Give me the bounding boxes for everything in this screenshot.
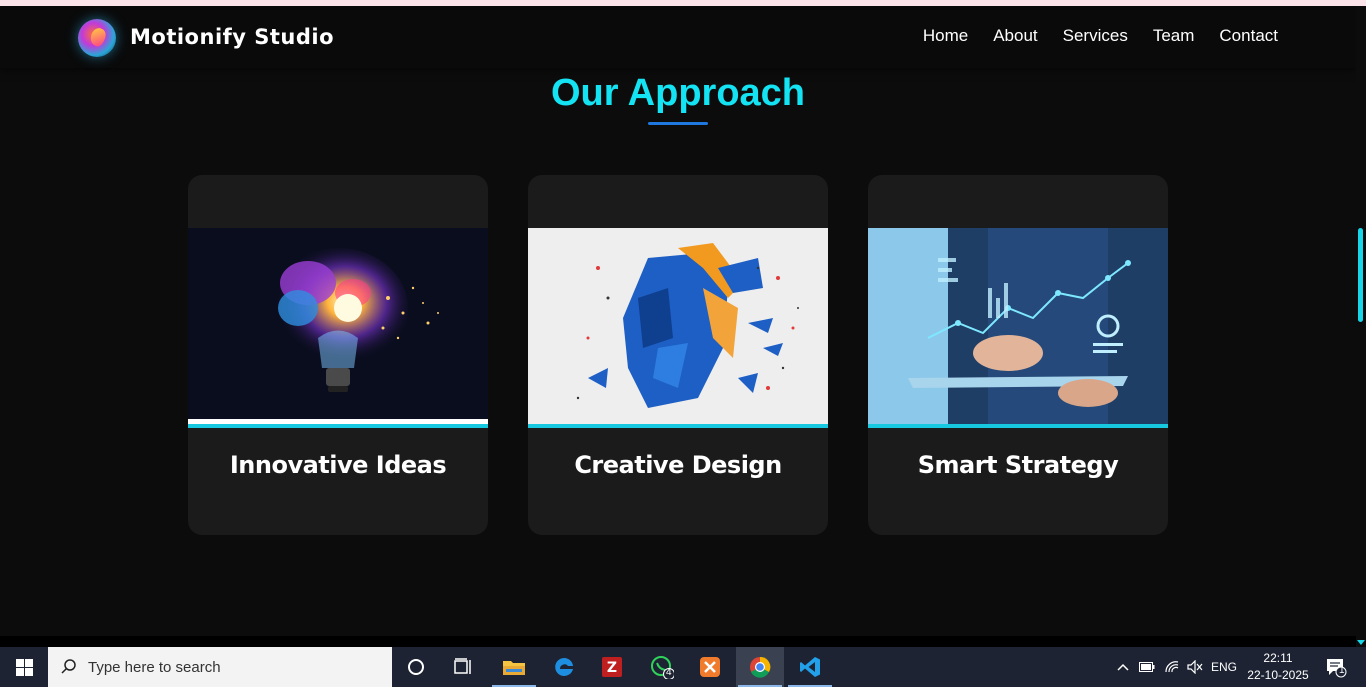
section-title: Our Approach: [550, 72, 806, 114]
battery-button[interactable]: [1136, 647, 1158, 687]
filezilla-icon: Z: [602, 657, 622, 677]
windows-taskbar: Type here to search Z 4 ENG 22:11 22-10-…: [0, 647, 1366, 687]
clock-time: 22:11: [1263, 651, 1293, 665]
edge-button[interactable]: [540, 647, 588, 687]
whatsapp-badge: 4: [666, 667, 672, 678]
task-view-button[interactable]: [440, 647, 488, 687]
clock-date: 22-10-2025: [1247, 668, 1309, 682]
edge-icon: [555, 657, 573, 676]
tablet-analytics-image: [868, 228, 1168, 428]
cortana-button[interactable]: [392, 647, 440, 687]
vscode-button[interactable]: [786, 647, 834, 687]
task-view-icon: [454, 658, 471, 674]
xampp-icon: [700, 657, 720, 677]
xampp-button[interactable]: [686, 647, 734, 687]
taskbar-clock[interactable]: 22:11 22-10-2025: [1240, 650, 1316, 684]
low-poly-face-image: [528, 228, 828, 428]
volume-button[interactable]: [1184, 647, 1206, 687]
nav-link-about[interactable]: About: [993, 26, 1037, 46]
studio-logo-icon[interactable]: [78, 19, 116, 57]
windows-logo-icon: [15, 658, 33, 676]
taskbar-search-box[interactable]: Type here to search: [48, 647, 392, 687]
main-nav: Home About Services Team Contact: [923, 26, 1278, 46]
network-button[interactable]: [1160, 647, 1184, 687]
svg-text:Z: Z: [607, 660, 617, 676]
card-title: Creative Design: [574, 451, 782, 479]
tray-overflow-button[interactable]: [1112, 647, 1134, 687]
page-scrollbar[interactable]: [1356, 6, 1366, 647]
site-header: Motionify Studio Home About Services Tea…: [0, 6, 1356, 68]
language-indicator[interactable]: ENG: [1208, 647, 1240, 687]
nav-link-home[interactable]: Home: [923, 26, 968, 46]
chrome-icon: [750, 656, 771, 678]
vscode-icon: [800, 657, 820, 677]
search-placeholder: Type here to search: [88, 658, 221, 676]
scroll-down-arrow-icon[interactable]: [1357, 640, 1365, 645]
approach-card-innovative[interactable]: Innovative Ideas: [188, 175, 488, 535]
whatsapp-button[interactable]: 4: [638, 647, 686, 687]
approach-card-strategy[interactable]: Smart Strategy: [868, 175, 1168, 535]
start-button[interactable]: [0, 647, 48, 687]
brand-name[interactable]: Motionify Studio: [130, 25, 334, 49]
card-title: Innovative Ideas: [229, 451, 447, 479]
action-center-button[interactable]: 1: [1318, 647, 1354, 687]
nav-link-contact[interactable]: Contact: [1219, 26, 1278, 46]
folder-icon: [503, 661, 525, 675]
file-explorer-button[interactable]: [490, 647, 538, 687]
lightbulb-image: [188, 228, 488, 428]
page-bottom-bar: [0, 636, 1356, 647]
title-underline: [648, 122, 708, 125]
chevron-up-icon: [1117, 663, 1129, 671]
approach-card-creative[interactable]: Creative Design: [528, 175, 828, 535]
wifi-icon: [1165, 661, 1179, 673]
chrome-button[interactable]: [736, 647, 784, 687]
card-title: Smart Strategy: [917, 451, 1119, 479]
notification-count: 1: [1339, 665, 1345, 676]
filezilla-button[interactable]: Z: [588, 647, 636, 687]
nav-link-services[interactable]: Services: [1063, 26, 1128, 46]
search-icon: [61, 659, 76, 674]
page-viewport: Motionify Studio Home About Services Tea…: [0, 6, 1356, 636]
volume-muted-icon: [1187, 660, 1203, 674]
cortana-circle-icon: [408, 659, 424, 675]
scrollbar-thumb[interactable]: [1358, 228, 1363, 322]
nav-link-team[interactable]: Team: [1153, 26, 1195, 46]
battery-icon: [1139, 662, 1155, 672]
